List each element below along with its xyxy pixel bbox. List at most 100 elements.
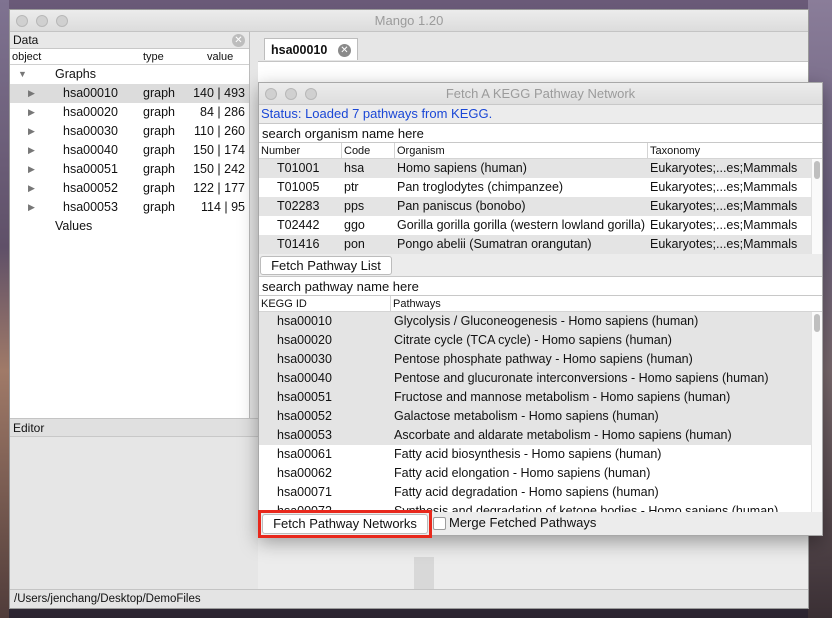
pathway-row[interactable]: hsa00010 Glycolysis / Gluconeogenesis - H… bbox=[259, 312, 822, 331]
close-icon[interactable]: ✕ bbox=[232, 34, 245, 47]
pathway-name: Ascorbate and aldarate metabolism - Homo… bbox=[394, 428, 732, 442]
pathway-id: hsa00051 bbox=[277, 390, 332, 404]
organism-search-input[interactable]: search organism name here bbox=[259, 123, 822, 143]
organism-row[interactable]: T01416 pon Pongo abelii (Sumatran oranguta… bbox=[259, 235, 822, 254]
zoom-window-button[interactable] bbox=[56, 15, 68, 27]
organism-row[interactable]: T01005 ptr Pan troglodytes (chimpanzee) Euk… bbox=[259, 178, 822, 197]
pathway-id: hsa00061 bbox=[277, 447, 332, 461]
data-row[interactable]: ▶ hsa00010 graph 140 | 493 bbox=[10, 84, 249, 103]
pathway-id: hsa00020 bbox=[277, 333, 332, 347]
disclosure-collapsed-icon[interactable]: ▶ bbox=[28, 198, 35, 217]
pathway-id: hsa00040 bbox=[277, 371, 332, 385]
column-organism[interactable]: Organism bbox=[395, 143, 445, 159]
column-number[interactable]: Number bbox=[259, 143, 300, 159]
data-rows: ▶ hsa00010 graph 140 | 493 ▶ hsa00020 graph 84 … bbox=[10, 84, 249, 217]
pathway-row[interactable]: hsa00061 Fatty acid biosynthesis - Homo s… bbox=[259, 445, 822, 464]
lower-panel bbox=[414, 530, 808, 590]
pathway-search-input[interactable]: search pathway name here bbox=[259, 276, 822, 296]
data-row-object: hsa00020 bbox=[63, 105, 118, 119]
data-row[interactable]: ▶ hsa00040 graph 150 | 174 bbox=[10, 141, 249, 160]
disclosure-expanded-icon[interactable]: ▼ bbox=[18, 65, 27, 84]
dialog-minimize-button[interactable] bbox=[285, 88, 297, 100]
disclosure-collapsed-icon[interactable]: ▶ bbox=[28, 179, 35, 198]
data-row[interactable]: ▶ hsa00053 graph 114 | 95 bbox=[10, 198, 249, 217]
column-type[interactable]: type bbox=[143, 49, 164, 65]
organism-table-header: Number Code Organism Taxonomy bbox=[259, 143, 822, 159]
pathway-row[interactable]: hsa00071 Fatty acid degradation - Homo sa… bbox=[259, 483, 822, 502]
data-row-value: 150 | 242 bbox=[193, 162, 245, 176]
tree-node-graphs[interactable]: ▼ Graphs bbox=[10, 65, 249, 84]
organism-table: T01001 hsa Homo sapiens (human) Eukaryotes;… bbox=[259, 159, 822, 254]
scroll-thumb[interactable] bbox=[814, 314, 820, 332]
pathway-name: Synthesis and degradation of ketone bodi… bbox=[394, 504, 779, 512]
organism-number: T01416 bbox=[277, 237, 320, 251]
scroll-thumb[interactable] bbox=[814, 161, 820, 179]
organism-taxonomy: Eukaryotes;...es;Mammals bbox=[650, 180, 798, 194]
organism-scrollbar[interactable] bbox=[811, 159, 822, 254]
column-code[interactable]: Code bbox=[342, 143, 370, 159]
lower-panel-widget bbox=[414, 557, 434, 589]
tree-node-label: Graphs bbox=[55, 67, 96, 81]
data-row-object: hsa00040 bbox=[63, 143, 118, 157]
fetch-pathway-networks-button[interactable]: Fetch Pathway Networks bbox=[262, 514, 428, 534]
pathway-row[interactable]: hsa00030 Pentose phosphate pathway - Homo… bbox=[259, 350, 822, 369]
minimize-window-button[interactable] bbox=[36, 15, 48, 27]
fetch-pathway-list-button[interactable]: Fetch Pathway List bbox=[260, 256, 392, 275]
merge-checkbox-label[interactable]: Merge Fetched Pathways bbox=[449, 515, 596, 530]
pathway-name: Pentose and glucuronate interconversions… bbox=[394, 371, 769, 385]
disclosure-collapsed-icon[interactable]: ▶ bbox=[28, 84, 35, 103]
pathway-row[interactable]: hsa00053 Ascorbate and aldarate metabolis… bbox=[259, 426, 822, 445]
column-object[interactable]: object bbox=[12, 49, 41, 65]
pathway-id: hsa00052 bbox=[277, 409, 332, 423]
pathway-row[interactable]: hsa00051 Fructose and mannose metabolism … bbox=[259, 388, 822, 407]
pathway-row[interactable]: hsa00052 Galactose metabolism - Homo sapi… bbox=[259, 407, 822, 426]
organism-code: pon bbox=[344, 237, 365, 251]
merge-fetched-pathways-checkbox[interactable] bbox=[433, 517, 446, 530]
dialog-close-button[interactable] bbox=[265, 88, 277, 100]
column-value[interactable]: value bbox=[207, 49, 233, 65]
pathway-row[interactable]: hsa00040 Pentose and glucuronate intercon… bbox=[259, 369, 822, 388]
data-row-object: hsa00030 bbox=[63, 124, 118, 138]
panel-splitter[interactable] bbox=[250, 32, 258, 418]
pathway-scrollbar[interactable] bbox=[811, 312, 822, 512]
dialog-zoom-button[interactable] bbox=[305, 88, 317, 100]
data-row-type: graph bbox=[143, 162, 175, 176]
organism-row[interactable]: T02442 ggo Gorilla gorilla gorilla (wester… bbox=[259, 216, 822, 235]
tab-label: hsa00010 bbox=[271, 43, 328, 57]
data-row-object: hsa00052 bbox=[63, 181, 118, 195]
organism-taxonomy: Eukaryotes;...es;Mammals bbox=[650, 218, 798, 232]
data-row-type: graph bbox=[143, 124, 175, 138]
organism-name: Homo sapiens (human) bbox=[397, 161, 527, 175]
data-panel-header: Data ✕ bbox=[10, 32, 249, 49]
column-pathways[interactable]: Pathways bbox=[391, 296, 441, 312]
close-tab-icon[interactable]: ✕ bbox=[338, 44, 351, 57]
data-row-type: graph bbox=[143, 181, 175, 195]
pathway-row[interactable]: hsa00020 Citrate cycle (TCA cycle) - Homo… bbox=[259, 331, 822, 350]
organism-row[interactable]: T01001 hsa Homo sapiens (human) Eukaryotes;… bbox=[259, 159, 822, 178]
data-row[interactable]: ▶ hsa00052 graph 122 | 177 bbox=[10, 179, 249, 198]
data-panel: Data ✕ object type value ▼ Graphs ▶ hsa00… bbox=[10, 32, 250, 418]
close-window-button[interactable] bbox=[16, 15, 28, 27]
tree-node-values[interactable]: Values bbox=[10, 217, 249, 236]
editor-title: Editor bbox=[10, 419, 258, 437]
organism-row[interactable]: T02283 pps Pan paniscus (bonobo) Eukaryotes… bbox=[259, 197, 822, 216]
data-row[interactable]: ▶ hsa00030 graph 110 | 260 bbox=[10, 122, 249, 141]
data-row[interactable]: ▶ hsa00051 graph 150 | 242 bbox=[10, 160, 249, 179]
disclosure-collapsed-icon[interactable]: ▶ bbox=[28, 103, 35, 122]
disclosure-collapsed-icon[interactable]: ▶ bbox=[28, 160, 35, 179]
disclosure-collapsed-icon[interactable]: ▶ bbox=[28, 141, 35, 160]
column-kegg-id[interactable]: KEGG ID bbox=[259, 296, 307, 312]
pathway-row[interactable]: hsa00062 Fatty acid elongation - Homo sap… bbox=[259, 464, 822, 483]
organism-code: ptr bbox=[344, 180, 359, 194]
data-row[interactable]: ▶ hsa00020 graph 84 | 286 bbox=[10, 103, 249, 122]
disclosure-collapsed-icon[interactable]: ▶ bbox=[28, 122, 35, 141]
data-row-value: 84 | 286 bbox=[200, 105, 245, 119]
window-title: Mango 1.20 bbox=[374, 13, 444, 28]
organism-code: ggo bbox=[344, 218, 365, 232]
column-taxonomy[interactable]: Taxonomy bbox=[648, 143, 700, 159]
tab-hsa00010[interactable]: hsa00010 ✕ bbox=[264, 38, 358, 60]
pathway-id: hsa00053 bbox=[277, 428, 332, 442]
data-row-type: graph bbox=[143, 143, 175, 157]
tab-bar: hsa00010 ✕ bbox=[258, 32, 808, 62]
data-row-value: 140 | 493 bbox=[193, 86, 245, 100]
